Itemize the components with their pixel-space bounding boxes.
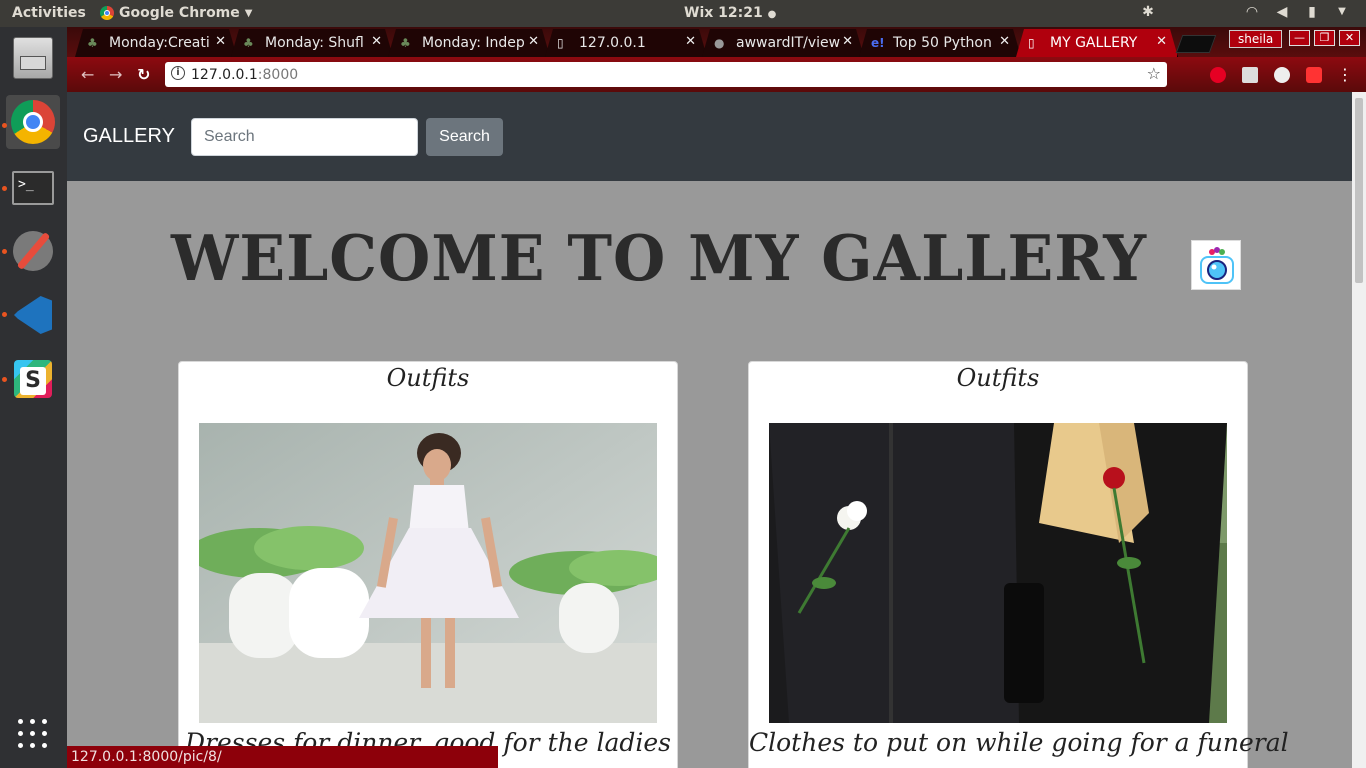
running-indicator (2, 312, 7, 317)
tab-top-50-python[interactable]: e! Top 50 Python ✕ (859, 29, 1021, 57)
vscode-launcher[interactable] (6, 288, 60, 342)
gallery-card[interactable]: Outfits Dresses for dinner, good for the… (178, 361, 678, 768)
navbar-brand[interactable]: GALLERY (83, 125, 175, 148)
page-heading: WELCOME TO MY GALLERY (171, 222, 1148, 296)
chrome-icon (100, 6, 114, 20)
settings-icon[interactable]: ✱ (1140, 4, 1156, 20)
card-caption: Clothes to put on while going for a fune… (749, 728, 1289, 757)
card-title: Outfits (386, 364, 470, 392)
slack-launcher[interactable]: S (6, 352, 60, 406)
gallery-card[interactable]: Outfits Clothes to put on while going fo… (748, 361, 1289, 768)
tab-monday-shufl[interactable]: ♣ Monday: Shufl ✕ (231, 29, 393, 57)
search-button[interactable]: Search (426, 118, 503, 156)
tab-title: Monday: Shufl (265, 35, 364, 51)
github-icon: ● (714, 36, 725, 50)
wrench-gear-icon (13, 231, 53, 271)
extension-icon[interactable] (1242, 67, 1258, 83)
scrollbar-thumb[interactable] (1355, 98, 1363, 283)
vscode-icon (14, 296, 52, 334)
chevron-down-icon: ▼ (244, 7, 253, 19)
video-extension-icon[interactable] (1306, 67, 1322, 83)
page-icon: ▯ (557, 36, 564, 50)
plant-icon: ♣ (243, 36, 254, 50)
running-indicator (2, 186, 7, 191)
battery-icon[interactable]: ▮ (1304, 4, 1320, 20)
maximize-button[interactable]: ❐ (1314, 30, 1335, 46)
page-icon: ▯ (1028, 36, 1035, 50)
url-host: 127.0.0.1 (191, 66, 258, 83)
running-indicator (2, 249, 7, 254)
chrome-icon (11, 100, 55, 144)
slack-icon: S (14, 360, 52, 398)
wifi-icon[interactable]: ◠ (1244, 4, 1260, 20)
status-bubble: 127.0.0.1:8000/pic/8/ (67, 746, 498, 768)
bookmark-star-icon[interactable]: ☆ (1147, 64, 1161, 83)
show-applications-button[interactable] (6, 707, 60, 761)
tab-monday-creati[interactable]: ♣ Monday:Creati ✕ (75, 29, 237, 57)
profile-button[interactable]: sheila (1229, 30, 1283, 48)
tab-title: awwardIT/view (736, 35, 841, 51)
tab-strip: ♣ Monday:Creati ✕ ♣ Monday: Shufl ✕ ♣ Mo… (67, 27, 1366, 57)
tab-monday-indep[interactable]: ♣ Monday: Indep ✕ (388, 29, 550, 57)
clock[interactable]: Wix 12:21 ● (684, 5, 776, 21)
tab-title: Monday:Creati (109, 35, 210, 51)
back-button[interactable]: ← (81, 65, 94, 84)
tools-launcher[interactable] (6, 224, 60, 278)
plant-icon: ♣ (400, 36, 411, 50)
tab-my-gallery[interactable]: ▯ MY GALLERY ✕ (1016, 29, 1178, 57)
page-viewport: GALLERY Search WELCOME TO MY GALLERY Out… (67, 92, 1352, 768)
address-bar[interactable]: i 127.0.0.1:8000 ☆ (165, 62, 1167, 87)
plant-icon: ♣ (87, 36, 98, 50)
app-name: Google Chrome (119, 5, 240, 21)
terminal-icon: >_ (12, 171, 54, 205)
dress-photo[interactable] (199, 423, 657, 723)
url-port: :8000 (257, 66, 299, 83)
tab-localhost[interactable]: ▯ 127.0.0.1 ✕ (545, 29, 707, 57)
running-indicator (2, 377, 7, 382)
files-launcher[interactable] (6, 31, 60, 85)
chrome-launcher[interactable] (6, 95, 60, 149)
card-title: Outfits (956, 364, 1040, 392)
tab-title: Top 50 Python (893, 35, 992, 51)
tab-title: MY GALLERY (1050, 35, 1138, 51)
menu-icon[interactable]: ⋮ (1337, 65, 1353, 84)
chevron-down-icon[interactable]: ▼ (1334, 4, 1350, 20)
tab-title: Monday: Indep (422, 35, 525, 51)
close-icon[interactable]: ✕ (685, 34, 696, 49)
running-indicator (2, 123, 7, 128)
close-icon[interactable]: ✕ (842, 34, 853, 49)
app-menu[interactable]: Google Chrome ▼ (100, 5, 252, 21)
e-icon: e! (871, 36, 885, 50)
tab-awwardit[interactable]: ● awwardIT/view ✕ (702, 29, 864, 57)
forward-button[interactable]: → (109, 65, 122, 84)
pinterest-icon[interactable] (1210, 67, 1226, 83)
navbar: GALLERY Search (67, 92, 1352, 181)
app-grid-icon (18, 719, 48, 749)
new-tab-button[interactable] (1175, 35, 1217, 53)
tab-title: 127.0.0.1 (579, 35, 646, 51)
dock: >_ S (0, 27, 67, 768)
terminal-launcher[interactable]: >_ (6, 161, 60, 215)
close-icon[interactable]: ✕ (371, 34, 382, 49)
activities-button[interactable]: Activities (12, 5, 86, 21)
extension-icon[interactable] (1274, 67, 1290, 83)
close-window-button[interactable]: ✕ (1339, 30, 1360, 46)
close-icon[interactable]: ✕ (1156, 34, 1167, 49)
reload-button[interactable]: ↻ (137, 65, 150, 84)
funeral-photo[interactable] (769, 423, 1227, 723)
browser-toolbar: ← → ↻ i 127.0.0.1:8000 ☆ ⋮ (67, 57, 1366, 92)
file-cabinet-icon (13, 37, 53, 79)
volume-icon[interactable]: ◀ (1274, 4, 1290, 20)
close-icon[interactable]: ✕ (215, 34, 226, 49)
camera-logo-icon (1191, 240, 1241, 290)
info-icon[interactable]: i (171, 66, 185, 80)
system-top-bar: Activities Google Chrome ▼ Wix 12:21 ● ✱… (0, 0, 1366, 27)
minimize-button[interactable]: — (1289, 30, 1310, 46)
search-input[interactable] (191, 118, 418, 156)
page-scrollbar[interactable] (1352, 92, 1366, 768)
close-icon[interactable]: ✕ (528, 34, 539, 49)
close-icon[interactable]: ✕ (999, 34, 1010, 49)
